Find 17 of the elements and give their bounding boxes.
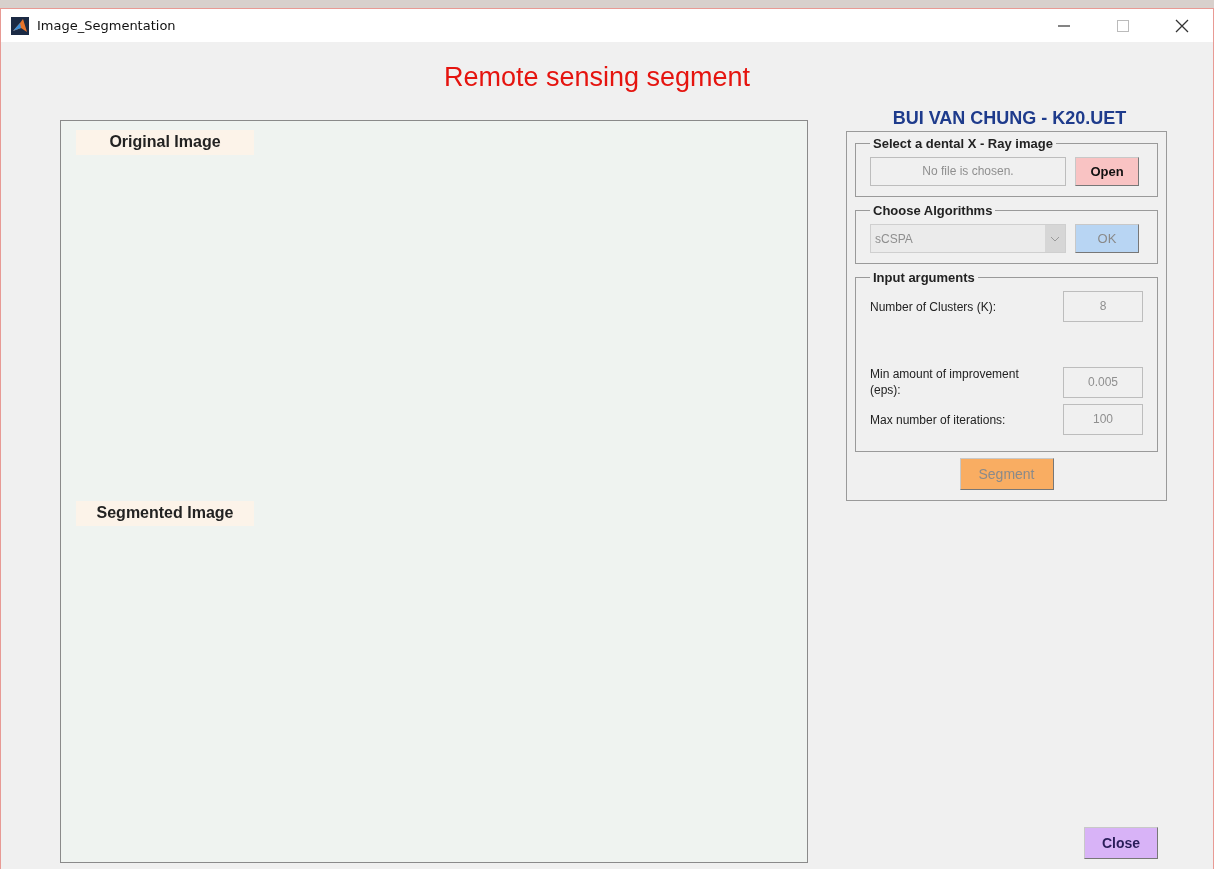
group-title: Input arguments bbox=[872, 270, 976, 285]
group-title: Select a dental X - Ray image bbox=[872, 136, 1054, 151]
maximize-icon[interactable] bbox=[1117, 19, 1129, 32]
field-label: Number of Clusters (K): bbox=[870, 298, 998, 315]
app-icon bbox=[11, 16, 29, 35]
author-label: BUI VAN CHUNG - K20.UET bbox=[891, 108, 1128, 129]
window-title: Image_Segmentation bbox=[37, 18, 176, 33]
image-label: Segmented Image bbox=[76, 500, 254, 526]
close-button[interactable]: Close bbox=[1084, 827, 1158, 859]
close-icon[interactable] bbox=[1175, 18, 1189, 33]
field-label: Max number of iterations: bbox=[870, 411, 1007, 428]
open-button[interactable]: Open bbox=[1075, 157, 1139, 186]
field-label: Min amount of improvement (eps): bbox=[870, 366, 1020, 398]
group-title: Choose Algorithms bbox=[872, 203, 994, 218]
chevron-down-icon bbox=[1050, 235, 1060, 242]
app-heading: Remote sensing segment bbox=[442, 62, 752, 94]
image-label: Original Image bbox=[76, 130, 254, 155]
